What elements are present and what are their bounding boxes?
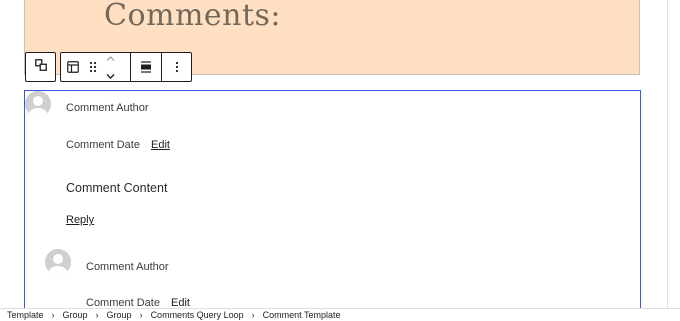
layout-icon[interactable] — [67, 53, 79, 81]
select-parent-icon — [34, 58, 47, 76]
comment-edit-link[interactable]: Edit — [151, 139, 170, 151]
block-breadcrumb: Template › Group › Group › Comments Quer… — [0, 308, 680, 321]
breadcrumb-item-comments-query-loop[interactable]: Comments Query Loop — [151, 310, 244, 320]
chevron-down-icon[interactable] — [106, 67, 115, 85]
select-parent-button[interactable] — [25, 52, 56, 82]
breadcrumb-item-group[interactable]: Group — [63, 310, 88, 320]
breadcrumb-item-group-inner[interactable]: Group — [107, 310, 132, 320]
toolbar-group-options — [161, 53, 191, 81]
breadcrumb-separator: › — [51, 310, 55, 320]
drag-handle-icon[interactable] — [89, 53, 97, 81]
comment-author: Comment Author — [86, 261, 169, 273]
toolbar-group-align — [130, 53, 161, 81]
breadcrumb-separator: › — [95, 310, 99, 320]
block-toolbar — [60, 52, 192, 82]
breadcrumb-separator: › — [251, 310, 255, 320]
comment-edit-link[interactable]: Edit — [171, 297, 190, 308]
comment-date: Comment Date — [66, 139, 140, 151]
editor-canvas: Comments: Comment Author Comment Date Ed… — [0, 0, 680, 308]
comment-author: Comment Author — [66, 102, 149, 114]
comment-date: Comment Date — [86, 297, 160, 308]
comment-content: Comment Content — [66, 181, 168, 195]
avatar — [45, 249, 71, 275]
breadcrumb-separator: › — [139, 310, 143, 320]
comment-reply-link[interactable]: Reply — [66, 214, 94, 226]
comment-template-block[interactable]: Comment Author Comment Date Edit Comment… — [24, 90, 641, 308]
avatar — [25, 91, 51, 117]
canvas-edge-rule — [667, 0, 668, 308]
chevron-up-icon[interactable] — [106, 49, 115, 67]
more-vertical-icon[interactable] — [175, 53, 179, 81]
block-movers — [103, 49, 117, 85]
comments-title[interactable]: Comments: — [104, 0, 281, 33]
breadcrumb-item-comment-template[interactable]: Comment Template — [263, 310, 341, 320]
toolbar-group-block — [61, 53, 130, 81]
breadcrumb-item-template[interactable]: Template — [7, 310, 44, 320]
align-wide-icon[interactable] — [140, 53, 152, 81]
